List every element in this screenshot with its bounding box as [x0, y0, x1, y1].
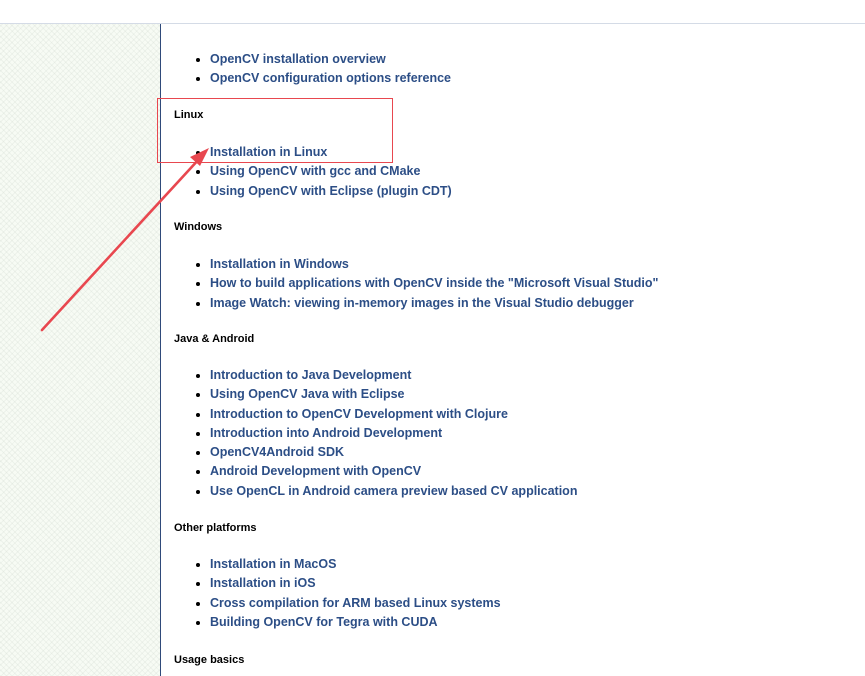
java-android-link-list: Introduction to Java Development Using O… [175, 366, 577, 501]
list-item: Installation in iOS [210, 574, 501, 593]
list-item: Using OpenCV with gcc and CMake [210, 162, 452, 181]
link-java-development[interactable]: Introduction to Java Development [210, 368, 411, 382]
list-item: Introduction to OpenCV Development with … [210, 405, 577, 424]
list-item: Cross compilation for ARM based Linux sy… [210, 594, 501, 613]
link-opencv4android-sdk[interactable]: OpenCV4Android SDK [210, 445, 344, 459]
link-tegra-cuda[interactable]: Building OpenCV for Tegra with CUDA [210, 615, 438, 629]
left-sidebar-background [0, 24, 160, 676]
link-installation-macos[interactable]: Installation in MacOS [210, 557, 336, 571]
link-java-eclipse[interactable]: Using OpenCV Java with Eclipse [210, 387, 405, 401]
heading-usage-basics: Usage basics [174, 654, 245, 666]
list-item: OpenCV installation overview [210, 50, 451, 69]
heading-windows: Windows [174, 221, 223, 233]
link-image-watch[interactable]: Image Watch: viewing in-memory images in… [210, 296, 634, 310]
list-item: OpenCV configuration options reference [210, 69, 451, 88]
link-eclipse-cdt[interactable]: Using OpenCV with Eclipse (plugin CDT) [210, 184, 452, 198]
list-item: Use OpenCL in Android camera preview bas… [210, 482, 577, 501]
annotation-highlight-box [157, 98, 393, 163]
list-item: Installation in Windows [210, 255, 658, 274]
link-installation-overview[interactable]: OpenCV installation overview [210, 52, 386, 66]
top-link-list: OpenCV installation overview OpenCV conf… [175, 50, 451, 89]
link-gcc-cmake[interactable]: Using OpenCV with gcc and CMake [210, 164, 420, 178]
heading-java-android: Java & Android [174, 333, 255, 345]
windows-link-list: Installation in Windows How to build app… [175, 255, 658, 313]
link-clojure[interactable]: Introduction to OpenCV Development with … [210, 407, 508, 421]
list-item: Building OpenCV for Tegra with CUDA [210, 613, 501, 632]
list-item: OpenCV4Android SDK [210, 443, 577, 462]
list-item: Introduction to Java Development [210, 366, 577, 385]
other-platforms-link-list: Installation in MacOS Installation in iO… [175, 555, 501, 632]
list-item: Introduction into Android Development [210, 424, 577, 443]
link-configuration-options[interactable]: OpenCV configuration options reference [210, 71, 451, 85]
list-item: Android Development with OpenCV [210, 462, 577, 481]
link-android-development[interactable]: Introduction into Android Development [210, 426, 442, 440]
heading-other-platforms: Other platforms [174, 522, 257, 534]
link-installation-windows[interactable]: Installation in Windows [210, 257, 349, 271]
link-android-dev-opencv[interactable]: Android Development with OpenCV [210, 464, 421, 478]
list-item: Image Watch: viewing in-memory images in… [210, 294, 658, 313]
list-item: Using OpenCV with Eclipse (plugin CDT) [210, 182, 452, 201]
link-cross-compilation-arm[interactable]: Cross compilation for ARM based Linux sy… [210, 596, 501, 610]
list-item: Installation in MacOS [210, 555, 501, 574]
link-visual-studio[interactable]: How to build applications with OpenCV in… [210, 276, 658, 290]
link-opencl-android[interactable]: Use OpenCL in Android camera preview bas… [210, 484, 577, 498]
list-item: Using OpenCV Java with Eclipse [210, 385, 577, 404]
link-installation-ios[interactable]: Installation in iOS [210, 576, 316, 590]
list-item: How to build applications with OpenCV in… [210, 274, 658, 293]
top-bar [0, 0, 865, 24]
